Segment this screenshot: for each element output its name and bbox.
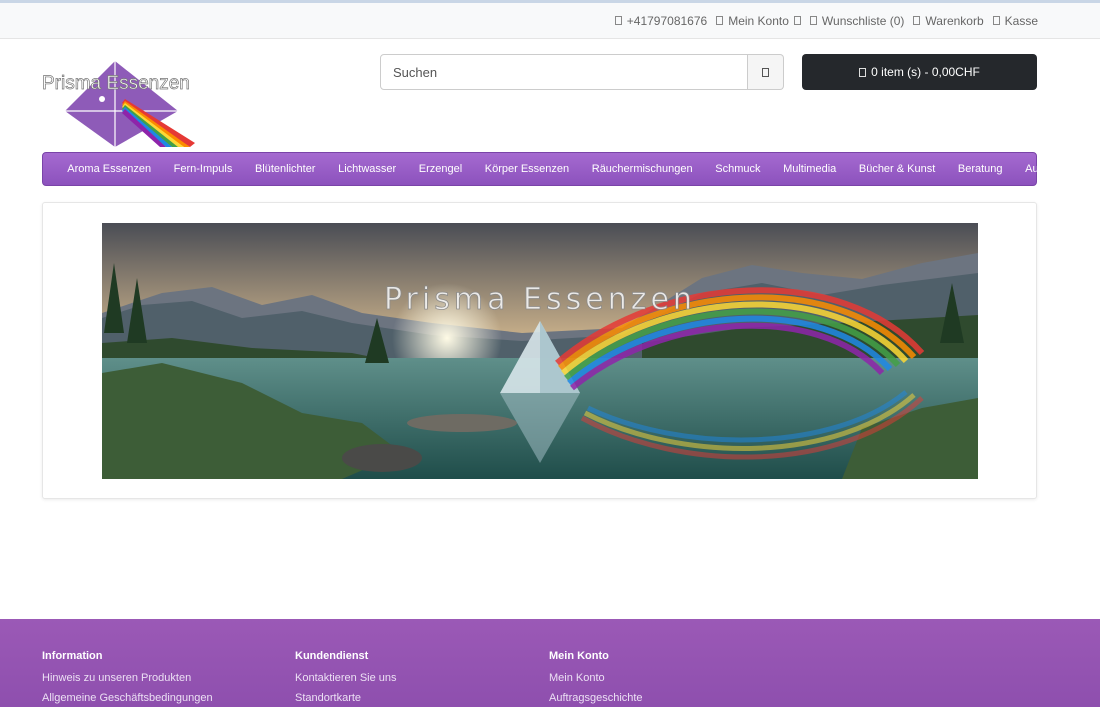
caret-down-icon [793, 16, 801, 25]
menu-item[interactable]: Multimedia [772, 163, 848, 175]
search-bar [380, 54, 784, 90]
shopping-cart-icon [913, 16, 921, 25]
account-dropdown[interactable]: Mein Konto [716, 14, 801, 28]
banner-title: Prisma Essenzen [384, 282, 696, 317]
logo[interactable]: Prisma Essenzen [40, 59, 200, 149]
search-icon [762, 67, 769, 77]
footer-link[interactable]: Standortkarte [295, 692, 397, 704]
menu-item[interactable]: Körper Essenzen [473, 163, 580, 175]
cart-link[interactable]: Warenkorb [913, 13, 984, 28]
menu-item[interactable]: Beratung [947, 163, 1014, 175]
user-icon [716, 16, 724, 25]
footer-link[interactable]: Hinweis zu unseren Produkten [42, 672, 213, 684]
footer-heading: Mein Konto [549, 650, 609, 662]
footer-column-service: Kundendienst Kontaktieren Sie uns Stando… [295, 650, 397, 712]
heart-icon [809, 16, 817, 25]
menu-item[interactable]: Schmuck [704, 163, 772, 175]
footer-link[interactable]: Kontaktieren Sie uns [295, 672, 397, 684]
menu-item[interactable]: Blütenlichter [244, 163, 327, 175]
menu-item[interactable]: Fern-Impuls [162, 163, 243, 175]
phone-label: +41797081676 [626, 13, 708, 28]
cart-total: 0 item (s) - 0,00CHF [871, 65, 980, 79]
wishlist-link[interactable]: Wunschliste (0) [809, 13, 905, 28]
footer-column-information: Information Hinweis zu unseren Produkten… [42, 650, 213, 712]
logo-text: Prisma Essenzen [42, 73, 190, 94]
phone-icon [614, 16, 622, 25]
menu-item[interactable]: Räuchermischungen [580, 163, 703, 175]
footer-heading: Information [42, 650, 103, 662]
account-label: Mein Konto [728, 13, 789, 28]
search-input[interactable] [380, 54, 748, 90]
footer-column-account: Mein Konto Mein Konto Auftragsgeschichte [549, 650, 643, 712]
banner-image[interactable]: Prisma Essenzen [102, 223, 978, 479]
menu-item[interactable]: Erzengel [407, 163, 473, 175]
wishlist-label: Wunschliste (0) [821, 13, 905, 28]
cart-button[interactable]: 0 item (s) - 0,00CHF [802, 54, 1037, 90]
cart-label: Warenkorb [925, 13, 984, 28]
site-footer: Information Hinweis zu unseren Produkten… [0, 619, 1100, 707]
main-menu: Aroma Essenzen Fern-Impuls Blütenlichter… [42, 152, 1080, 186]
checkout-label: Kasse [1004, 13, 1038, 28]
banner-card: Prisma Essenzen [42, 202, 1037, 499]
menu-item[interactable]: Ausbildung [1014, 163, 1091, 175]
footer-link[interactable]: Allgemeine Geschäftsbedingungen [42, 692, 213, 704]
share-icon [992, 16, 1000, 25]
search-button[interactable] [748, 54, 784, 90]
menu-item[interactable]: Lichtwasser [327, 163, 408, 175]
cart-icon [859, 67, 867, 77]
checkout-link[interactable]: Kasse [992, 13, 1038, 28]
phone-link[interactable]: +41797081676 [614, 13, 708, 28]
top-bar: +41797081676 Mein Konto Wunschliste (0) … [0, 3, 1100, 39]
menu-item[interactable]: Aroma Essenzen [56, 163, 162, 175]
footer-link[interactable]: Auftragsgeschichte [549, 692, 643, 704]
footer-heading: Kundendienst [295, 650, 369, 662]
menu-item[interactable]: Bücher & Kunst [848, 163, 947, 175]
site-header: Prisma Essenzen 0 item (s) - 0,00CHF [0, 39, 1100, 152]
footer-link[interactable]: Mein Konto [549, 672, 643, 684]
